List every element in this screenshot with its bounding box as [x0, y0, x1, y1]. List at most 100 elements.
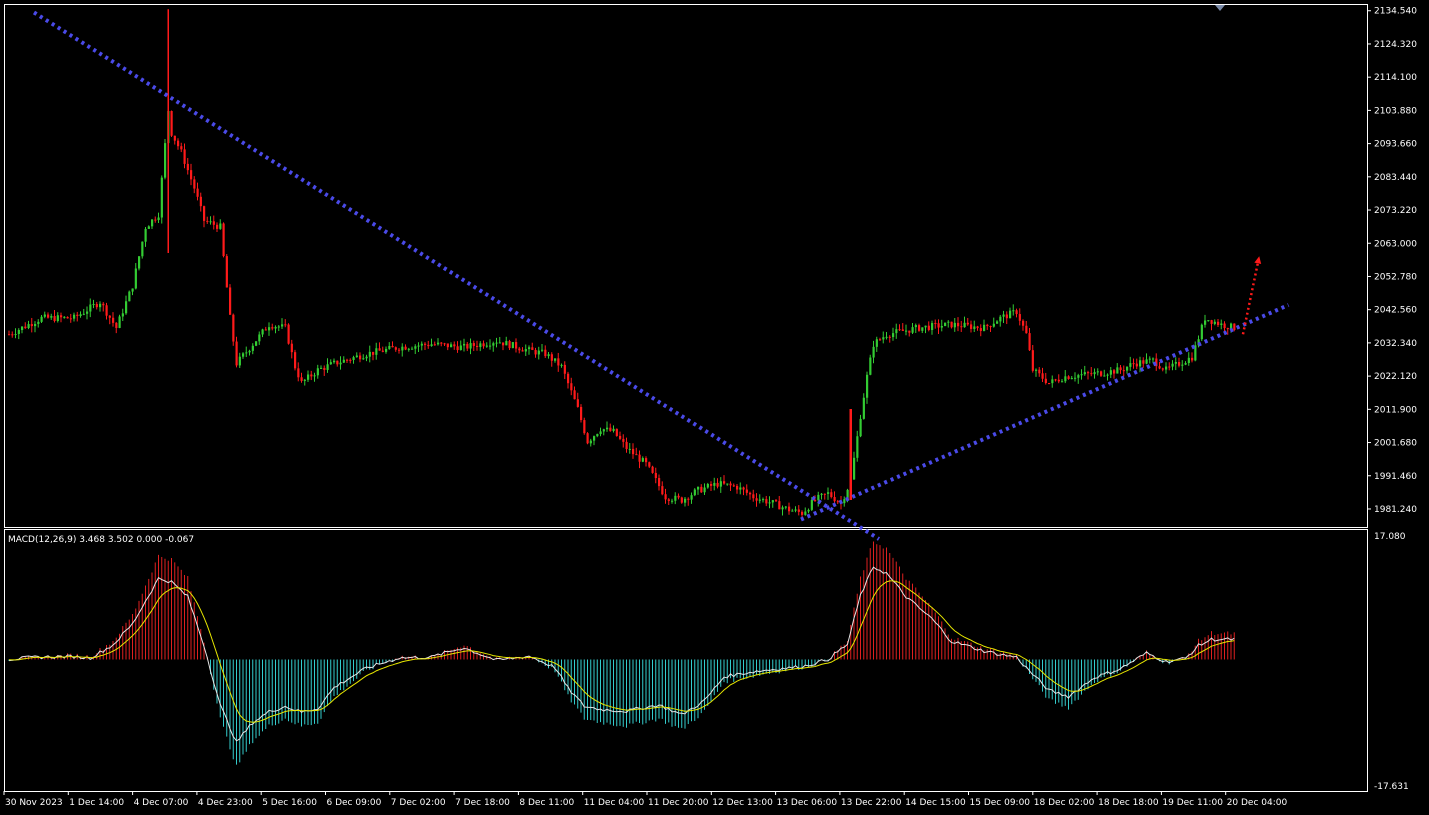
candle-body — [703, 487, 706, 493]
candle-body — [440, 342, 443, 344]
candle-body — [414, 346, 417, 349]
candle-body — [1217, 321, 1220, 326]
candle-body — [810, 499, 813, 510]
candle-body — [1113, 370, 1116, 374]
candle-body — [313, 375, 316, 377]
candle-body — [1012, 310, 1015, 312]
candle-body — [248, 350, 251, 353]
candle-body — [791, 510, 794, 512]
candle-body — [892, 333, 895, 338]
candle-body — [1116, 367, 1119, 374]
candle-body — [69, 318, 72, 320]
time-axis-label: 20 Dec 04:00 — [1227, 798, 1288, 808]
candle-body — [901, 329, 904, 331]
candle-body — [24, 326, 27, 329]
price-axis-label: 2114.100 — [1374, 73, 1417, 83]
candle-body — [307, 374, 310, 380]
candle-body — [82, 313, 85, 315]
chart-canvas[interactable]: 2134.540 2124.320 2114.100 2103.880 2093.660… — [0, 0, 1429, 815]
candle-body — [476, 345, 479, 348]
time-axis-label: 4 Dec 23:00 — [198, 798, 253, 808]
price-axis-label: 2134.540 — [1374, 7, 1417, 17]
candle-body — [1005, 314, 1008, 319]
candle-body — [453, 344, 456, 347]
candle-body — [544, 349, 547, 357]
price-axis-label: 2042.560 — [1374, 306, 1417, 316]
candle-body — [1015, 310, 1018, 315]
candle-body — [1093, 372, 1096, 375]
candle-body — [1152, 358, 1155, 360]
candle-body — [173, 135, 176, 141]
candle-body — [498, 342, 501, 344]
candle-body — [693, 489, 696, 496]
candle-body — [771, 500, 774, 503]
candle-body — [50, 316, 53, 318]
candle-body — [450, 344, 453, 348]
candle-body — [1067, 376, 1070, 379]
candle-body — [495, 342, 498, 344]
time-axis-label: 15 Dec 09:00 — [970, 798, 1031, 808]
candle-body — [134, 268, 137, 289]
candle-body — [989, 326, 992, 328]
time-axis-label: 14 Dec 15:00 — [905, 798, 966, 808]
candle-body — [827, 492, 830, 494]
candle-body — [157, 217, 160, 221]
candle-body — [1054, 379, 1057, 381]
candle-body — [690, 495, 693, 500]
candle-body — [352, 357, 355, 360]
candle-body — [342, 359, 345, 363]
candle-body — [908, 330, 911, 333]
candle-body — [765, 499, 768, 504]
candle-body — [622, 438, 625, 442]
candle-body — [1048, 383, 1051, 385]
candle-body — [375, 348, 378, 355]
candle-body — [92, 304, 95, 306]
candle-body — [1064, 376, 1067, 382]
candle-body — [261, 329, 264, 335]
time-axis-label: 8 Dec 11:00 — [519, 798, 574, 808]
macd-axis-top-label: 17.080 — [1374, 532, 1406, 542]
candle-body — [680, 497, 683, 503]
candle-body — [778, 501, 781, 510]
candle-body — [463, 343, 466, 346]
candle-body — [697, 486, 700, 490]
candle-body — [388, 345, 391, 349]
candle-body — [63, 316, 66, 318]
candle-body — [1031, 350, 1034, 371]
price-axis-label: 2083.440 — [1374, 173, 1417, 183]
candle-body — [641, 458, 644, 462]
candle-body — [794, 509, 797, 511]
time-axis-label: 6 Dec 09:00 — [327, 798, 382, 808]
candle-body — [667, 499, 670, 501]
candle-body — [271, 327, 274, 329]
price-axis-label: 2124.320 — [1374, 40, 1417, 50]
candle-body — [1080, 374, 1083, 376]
time-axis-label: 5 Dec 16:00 — [262, 798, 317, 808]
candle-body — [550, 354, 553, 361]
candle-body — [138, 256, 141, 269]
candle-body — [866, 374, 869, 398]
candle-body — [1100, 371, 1103, 376]
candle-body — [541, 349, 544, 351]
candle-body — [1057, 379, 1060, 382]
candle-body — [43, 314, 46, 317]
candle-body — [986, 324, 989, 327]
candle-body — [365, 356, 368, 359]
candle-body — [1083, 372, 1086, 375]
candle-body — [1139, 360, 1142, 367]
candle-body — [355, 355, 358, 358]
candle-body — [856, 436, 859, 458]
candle-body — [953, 322, 956, 328]
candle-body — [1161, 368, 1164, 370]
candle-body — [651, 466, 654, 473]
candle-body — [508, 341, 511, 349]
candle-body — [521, 350, 524, 352]
candle-body — [609, 427, 612, 431]
candle-body — [934, 323, 937, 325]
candle-body — [723, 481, 726, 484]
candle-body — [963, 322, 966, 328]
candle-body — [430, 344, 433, 347]
candle-body — [329, 362, 332, 365]
candle-body — [1142, 360, 1145, 364]
candle-body — [1210, 320, 1213, 324]
